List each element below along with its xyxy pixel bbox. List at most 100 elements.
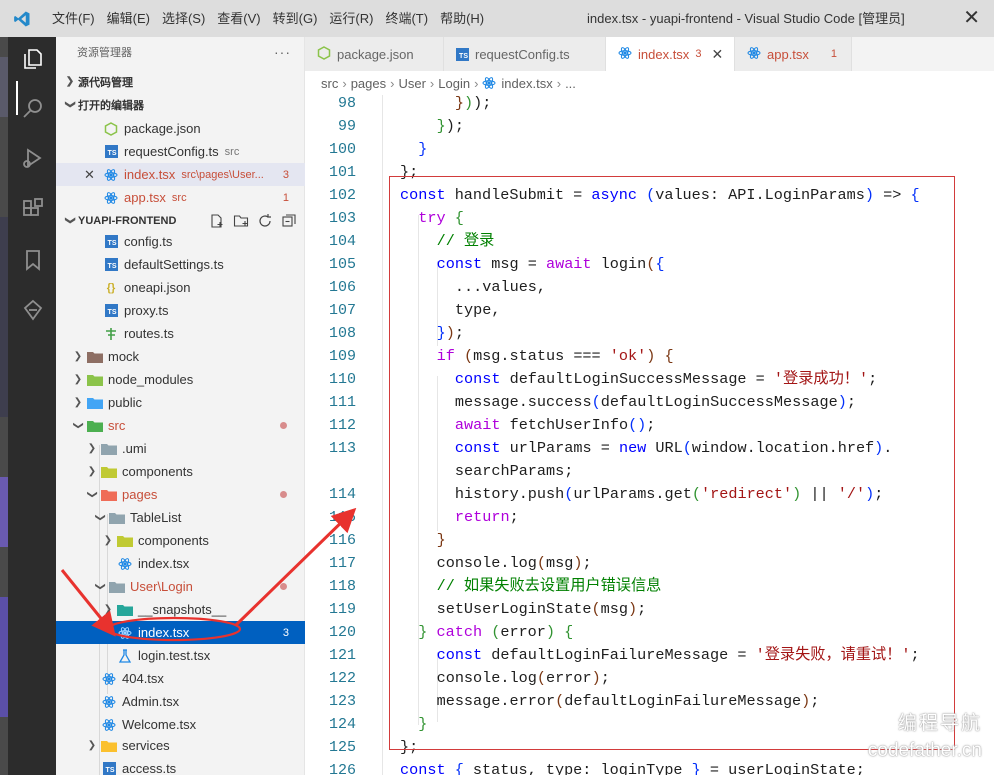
breadcrumb-item[interactable]: index.tsx xyxy=(501,76,552,91)
section-project[interactable]: ❯ YUAPI-FRONTEND xyxy=(56,209,305,232)
menu-edit[interactable]: 编辑(E) xyxy=(101,0,156,37)
tree-item[interactable]: ❯ TableList xyxy=(56,506,305,529)
menu-selection[interactable]: 选择(S) xyxy=(156,0,211,37)
tree-item[interactable]: ❯ __snapshots__ xyxy=(56,598,305,621)
open-editor-item[interactable]: TS requestConfig.ts src xyxy=(56,140,305,163)
chevron-down-icon: ❯ xyxy=(64,100,76,109)
tree-item[interactable]: routes.ts xyxy=(56,322,305,345)
tree-item-label: index.tsx xyxy=(138,625,190,640)
more-actions-button[interactable]: ··· xyxy=(274,44,291,60)
tree-item[interactable]: TS defaultSettings.ts xyxy=(56,253,305,276)
tree-item[interactable]: TS proxy.ts xyxy=(56,299,305,322)
bookmark-icon[interactable] xyxy=(20,247,46,273)
breadcrumb-separator-icon: › xyxy=(342,75,347,91)
tab-close-button[interactable]: ✕ xyxy=(711,46,723,63)
section-source-control[interactable]: ❯ 源代码管理 xyxy=(56,70,305,93)
open-editor-path: src\pages\User... xyxy=(181,168,264,181)
tree-item[interactable]: ❯ services xyxy=(56,734,305,757)
menu-view[interactable]: 查看(V) xyxy=(211,0,266,37)
tree-item[interactable]: ❯ components xyxy=(56,529,305,552)
open-editor-name: index.tsx xyxy=(124,167,176,182)
chevron-down-icon: ❯ xyxy=(86,490,98,499)
open-editor-path: src xyxy=(224,145,240,158)
remote-icon[interactable] xyxy=(20,297,46,323)
breadcrumb: src › pages › User › Login › index.tsx › ... xyxy=(305,71,994,95)
tree-item-label: pages xyxy=(122,487,158,502)
tree-item[interactable]: ❯ pages xyxy=(56,483,305,506)
menu-terminal[interactable]: 终端(T) xyxy=(379,0,434,37)
tree-item-label: TableList xyxy=(130,510,182,525)
breadcrumb-item[interactable]: src xyxy=(321,76,338,91)
explorer-icon[interactable] xyxy=(20,46,46,72)
menu-go[interactable]: 转到(G) xyxy=(267,0,324,37)
folder-public-icon xyxy=(86,395,104,411)
collapse-all-icon[interactable] xyxy=(281,213,297,229)
react-file-icon xyxy=(482,76,496,90)
chevron-down-icon: ❯ xyxy=(94,513,106,522)
code-line: console.log(error); xyxy=(436,669,610,687)
tab-problem-count: 1 xyxy=(830,48,838,60)
typescript-file-icon: TS xyxy=(102,257,120,273)
tree-item[interactable]: TS access.ts xyxy=(56,757,305,775)
tab-request-config[interactable]: TS requestConfig.ts xyxy=(444,37,606,71)
tab-package-json[interactable]: package.json xyxy=(305,37,444,71)
section-label: 源代码管理 xyxy=(78,76,133,89)
run-debug-icon[interactable] xyxy=(20,145,46,171)
tab-index-tsx[interactable]: index.tsx 3 ✕ xyxy=(606,37,735,71)
tab-app-tsx[interactable]: app.tsx 1 xyxy=(735,37,852,71)
open-editor-item[interactable]: ✕ index.tsx src\pages\User... 3 xyxy=(56,163,305,186)
tree-item[interactable]: {} oneapi.json xyxy=(56,276,305,299)
refresh-icon[interactable] xyxy=(257,213,273,229)
tree-item-label: __snapshots__ xyxy=(138,602,227,617)
tree-item[interactable]: ❯ .umi xyxy=(56,437,305,460)
json-file-icon xyxy=(102,121,120,137)
new-file-icon[interactable] xyxy=(209,213,225,229)
new-folder-icon[interactable] xyxy=(233,213,249,229)
code-line: const handleSubmit = async (values: API.… xyxy=(400,186,920,204)
tree-item[interactable]: Admin.tsx xyxy=(56,690,305,713)
tree-item[interactable]: login.test.tsx xyxy=(56,644,305,667)
tree-item-selected[interactable]: index.tsx 3 xyxy=(56,621,305,644)
extensions-icon[interactable] xyxy=(20,196,46,222)
window-close-button[interactable]: ✕ xyxy=(963,8,980,28)
close-icon[interactable]: ✕ xyxy=(84,167,102,183)
section-open-editors[interactable]: ❯ 打开的编辑器 xyxy=(56,93,305,116)
chevron-right-icon: ❯ xyxy=(73,351,83,362)
tree-item[interactable]: ❯ node_modules xyxy=(56,368,305,391)
tree-item[interactable]: TS config.ts xyxy=(56,230,305,253)
tab-label: app.tsx xyxy=(767,46,809,62)
indent-guide xyxy=(418,215,419,725)
code-line: try { xyxy=(418,209,464,227)
react-file-icon xyxy=(102,190,120,206)
typescript-file-icon: TS xyxy=(100,761,118,775)
breadcrumb-item[interactable]: Login xyxy=(438,76,470,91)
breadcrumb-item[interactable]: User xyxy=(398,76,425,91)
code-editor[interactable]: 98 99 100 101 102 103 104 105 106 107 10… xyxy=(305,94,994,775)
line-number: 123 xyxy=(328,693,356,710)
breadcrumb-item[interactable]: ... xyxy=(565,76,576,91)
tree-item[interactable]: ❯ User\Login xyxy=(56,575,305,598)
chevron-right-icon: ❯ xyxy=(73,374,83,385)
react-file-icon xyxy=(116,556,134,572)
open-editor-item[interactable]: app.tsx src 1 xyxy=(56,186,305,209)
tree-item-label: components xyxy=(138,533,209,548)
folder-open-icon xyxy=(108,579,126,595)
search-icon[interactable] xyxy=(20,95,46,121)
menu-file[interactable]: 文件(F) xyxy=(44,0,101,37)
code-line: const urlParams = new URL(window.locatio… xyxy=(454,439,893,457)
tree-item[interactable]: ❯ src xyxy=(56,414,305,437)
breadcrumb-separator-icon: › xyxy=(429,75,435,91)
tree-item[interactable]: ❯ components xyxy=(56,460,305,483)
breadcrumb-item[interactable]: pages xyxy=(351,76,386,91)
menu-help[interactable]: 帮助(H) xyxy=(434,0,490,37)
tree-item[interactable]: index.tsx xyxy=(56,552,305,575)
menu-run[interactable]: 运行(R) xyxy=(323,0,379,37)
tree-item[interactable]: ❯ public xyxy=(56,391,305,414)
open-editor-item[interactable]: package.json xyxy=(56,117,305,140)
react-file-icon xyxy=(618,46,632,63)
tree-item[interactable]: 404.tsx xyxy=(56,667,305,690)
tree-item[interactable]: Welcome.tsx xyxy=(56,713,305,736)
tree-item[interactable]: ❯ mock xyxy=(56,345,305,368)
active-indicator xyxy=(16,81,18,115)
line-number: 104 xyxy=(328,233,356,250)
